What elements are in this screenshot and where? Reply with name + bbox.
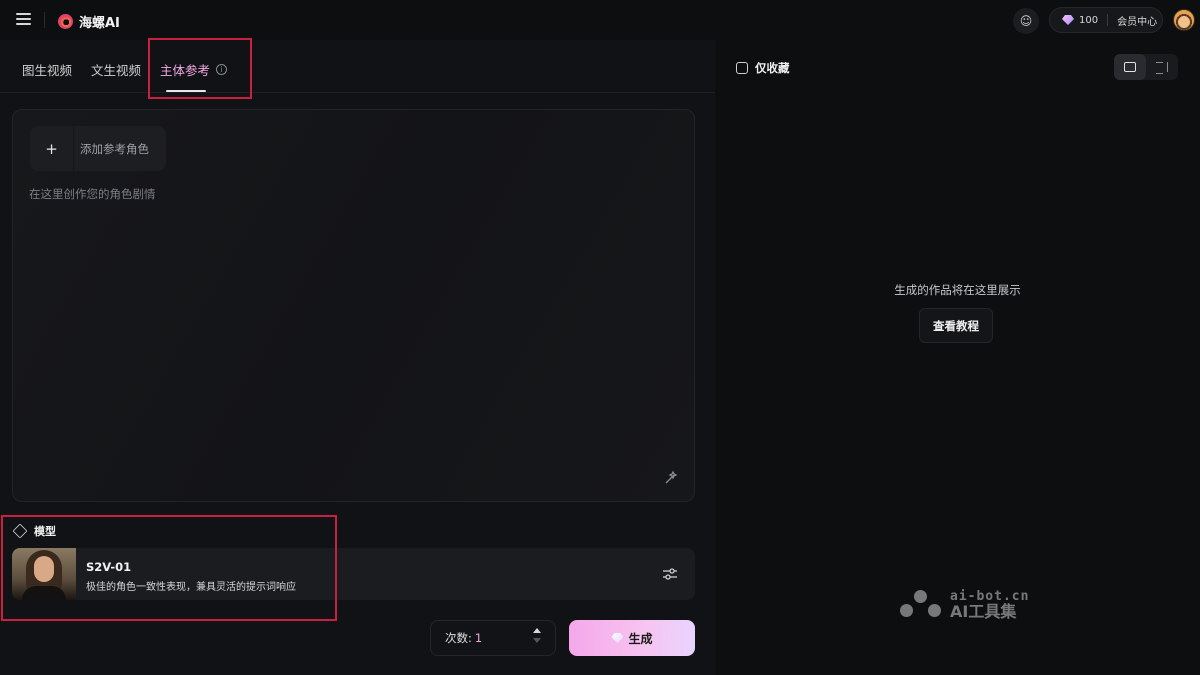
view-mode-toggle	[1114, 54, 1178, 80]
split-view-icon	[1156, 62, 1168, 74]
plus-icon: +	[30, 126, 74, 171]
watermark: ai-bot.cn AI工具集	[900, 590, 1029, 620]
robot-icon[interactable]: ☺	[1013, 8, 1039, 34]
gem-icon	[611, 633, 624, 643]
prompt-placeholder: 在这里创作您的角色剧情	[29, 187, 156, 201]
settings-sliders-icon[interactable]	[662, 567, 678, 581]
view-list-button[interactable]	[1114, 54, 1146, 80]
view-split-button[interactable]	[1146, 54, 1178, 80]
divider	[44, 12, 45, 28]
generate-label: 生成	[628, 631, 653, 646]
prompt-area[interactable]: + 添加参考角色 在这里创作您的角色剧情	[12, 109, 695, 502]
active-tab-indicator	[166, 90, 206, 92]
user-avatar[interactable]	[1173, 9, 1195, 31]
model-description: 极佳的角色一致性表现，兼具灵活的提示词响应	[86, 582, 296, 593]
model-name: S2V-01	[86, 560, 132, 574]
creation-panel: 图生视频 文生视频 主体参考 i + 添加参考角色 在这里创作您的角色剧情 模型…	[0, 38, 715, 675]
mode-tabs: 图生视频 文生视频 主体参考 i	[0, 38, 715, 99]
tab-subject-reference-label: 主体参考	[160, 63, 211, 78]
menu-icon[interactable]	[16, 13, 31, 26]
gem-icon	[1062, 15, 1074, 25]
app-name: 海螺AI	[79, 16, 120, 31]
credits-count: 100	[1079, 14, 1099, 26]
tab-image-to-video[interactable]: 图生视频	[22, 60, 72, 79]
tab-subject-reference[interactable]: 主体参考 i	[160, 60, 228, 79]
watermark-name: AI工具集	[950, 601, 1017, 621]
credits-member-pill[interactable]: 100 会员中心	[1049, 7, 1163, 33]
list-view-icon	[1124, 62, 1136, 72]
model-selector-card[interactable]: S2V-01 极佳的角色一致性表现，兼具灵活的提示词响应	[12, 548, 695, 600]
model-thumbnail	[12, 548, 76, 600]
add-reference-label: 添加参考角色	[80, 141, 149, 156]
stepper-arrows	[533, 628, 541, 643]
add-reference-character-button[interactable]: + 添加参考角色	[30, 126, 166, 171]
favorites-only-checkbox[interactable]: 仅收藏	[736, 60, 790, 76]
decrement-icon[interactable]	[533, 638, 541, 643]
top-bar: 海螺AI ☺ 100 会员中心	[0, 0, 1200, 40]
view-tutorial-button[interactable]: 查看教程	[919, 308, 993, 343]
magic-wand-icon[interactable]	[663, 470, 679, 486]
info-icon[interactable]: i	[216, 64, 228, 75]
hailuo-logo-icon	[58, 14, 73, 29]
favorites-only-label: 仅收藏	[755, 61, 790, 75]
member-center-link[interactable]: 会员中心	[1117, 13, 1157, 28]
count-label: 次数:	[445, 631, 472, 645]
increment-icon[interactable]	[533, 628, 541, 633]
app-logo[interactable]: 海螺AI	[58, 12, 120, 31]
watermark-logo-icon	[900, 590, 942, 620]
checkbox-icon[interactable]	[736, 62, 748, 74]
cube-icon	[12, 523, 28, 539]
count-value: 1	[474, 631, 483, 645]
model-section-label: 模型	[34, 525, 56, 538]
model-section-header: 模型	[12, 523, 56, 539]
gallery-empty-text: 生成的作品将在这里展示	[894, 283, 1021, 297]
tab-text-to-video[interactable]: 文生视频	[91, 60, 141, 79]
generate-button[interactable]: 生成	[569, 620, 695, 656]
generation-count-stepper[interactable]: 次数: 1	[430, 620, 556, 656]
pill-divider	[1107, 14, 1109, 26]
gallery-panel: 仅收藏 生成的作品将在这里展示 查看教程	[715, 40, 1200, 675]
